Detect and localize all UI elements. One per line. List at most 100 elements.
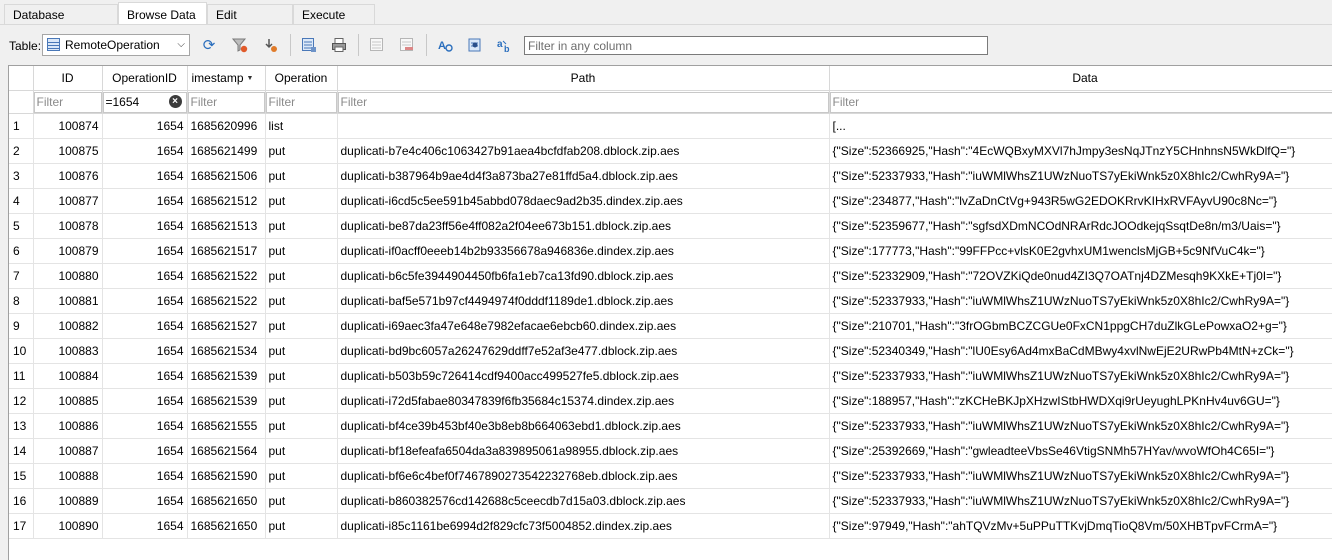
- cell-operation[interactable]: put: [265, 514, 337, 539]
- cell-id[interactable]: 100875: [33, 139, 102, 164]
- table-row[interactable]: 310087616541685621506putduplicati-b38796…: [9, 164, 1332, 189]
- cell-path[interactable]: duplicati-i72d5fabae80347839f6fb35684c15…: [337, 389, 829, 414]
- cell-operation[interactable]: put: [265, 239, 337, 264]
- row-number[interactable]: 11: [9, 364, 33, 389]
- cell-operationid[interactable]: 1654: [102, 189, 187, 214]
- column-header-operationid[interactable]: OperationID: [102, 66, 187, 91]
- cell-data[interactable]: {"Size":52337933,"Hash":"iuWMlWhsZ1UWzNu…: [829, 414, 1332, 439]
- cell-path[interactable]: duplicati-bf4ce39b453bf40e3b8eb8b664063e…: [337, 414, 829, 439]
- cell-path[interactable]: duplicati-i69aec3fa47e648e7982efacae6ebc…: [337, 314, 829, 339]
- row-number[interactable]: 16: [9, 489, 33, 514]
- cell-timestamp[interactable]: 1685621499: [187, 139, 265, 164]
- table-row[interactable]: 1710089016541685621650putduplicati-i85c1…: [9, 514, 1332, 539]
- cell-operationid[interactable]: 1654: [102, 514, 187, 539]
- cell-operationid[interactable]: 1654: [102, 464, 187, 489]
- cell-path[interactable]: duplicati-bd9bc6057a26247629ddff7e52af3e…: [337, 339, 829, 364]
- cell-timestamp[interactable]: 1685621555: [187, 414, 265, 439]
- cell-timestamp[interactable]: 1685621517: [187, 239, 265, 264]
- cell-operation[interactable]: put: [265, 289, 337, 314]
- filter-input-data[interactable]: [830, 92, 1332, 113]
- filter-input-operation[interactable]: [266, 92, 337, 113]
- column-header-data[interactable]: Data: [829, 66, 1332, 91]
- cell-operation[interactable]: put: [265, 464, 337, 489]
- row-number[interactable]: 8: [9, 289, 33, 314]
- cell-id[interactable]: 100881: [33, 289, 102, 314]
- print-icon[interactable]: [328, 34, 350, 56]
- cell-timestamp[interactable]: 1685621534: [187, 339, 265, 364]
- tab-execute-sql[interactable]: Execute SQL: [293, 4, 375, 24]
- cell-id[interactable]: 100883: [33, 339, 102, 364]
- cell-path[interactable]: duplicati-b860382576cd142688c5ceecdb7d15…: [337, 489, 829, 514]
- cell-timestamp[interactable]: 1685621522: [187, 264, 265, 289]
- cell-operationid[interactable]: 1654: [102, 239, 187, 264]
- cell-id[interactable]: 100874: [33, 114, 102, 139]
- cell-data[interactable]: {"Size":52340349,"Hash":"lU0Esy6Ad4mxBaC…: [829, 339, 1332, 364]
- cell-operationid[interactable]: 1654: [102, 139, 187, 164]
- cell-timestamp[interactable]: 1685621513: [187, 214, 265, 239]
- save-table-icon[interactable]: [298, 34, 320, 56]
- cell-operationid[interactable]: 1654: [102, 414, 187, 439]
- filter-input-timestamp[interactable]: [188, 92, 265, 113]
- new-record-icon[interactable]: [366, 34, 388, 56]
- cell-id[interactable]: 100888: [33, 464, 102, 489]
- cell-operation[interactable]: put: [265, 139, 337, 164]
- table-row[interactable]: 410087716541685621512putduplicati-i6cd5c…: [9, 189, 1332, 214]
- cell-data[interactable]: {"Size":234877,"Hash":"lvZaDnCtVg+943R5w…: [829, 189, 1332, 214]
- cell-data[interactable]: {"Size":188957,"Hash":"zKCHeBKJpXHzwIStb…: [829, 389, 1332, 414]
- table-row[interactable]: 1610088916541685621650putduplicati-b8603…: [9, 489, 1332, 514]
- row-number[interactable]: 1: [9, 114, 33, 139]
- cell-timestamp[interactable]: 1685621564: [187, 439, 265, 464]
- cell-timestamp[interactable]: 1685621650: [187, 514, 265, 539]
- cell-operationid[interactable]: 1654: [102, 339, 187, 364]
- cell-data[interactable]: {"Size":52337933,"Hash":"iuWMlWhsZ1UWzNu…: [829, 464, 1332, 489]
- cell-operation[interactable]: put: [265, 189, 337, 214]
- cell-path[interactable]: duplicati-b503b59c726414cdf9400acc499527…: [337, 364, 829, 389]
- filter-input-path[interactable]: [338, 92, 829, 113]
- table-select[interactable]: RemoteOperation ⌵: [42, 34, 190, 56]
- table-row[interactable]: 110087416541685620996list[...: [9, 114, 1332, 139]
- row-number[interactable]: 4: [9, 189, 33, 214]
- cell-path[interactable]: duplicati-baf5e571b97cf4494974f0dddf1189…: [337, 289, 829, 314]
- column-header-operation[interactable]: Operation: [265, 66, 337, 91]
- cell-path[interactable]: duplicati-bf18efeafa6504da3a839895061a98…: [337, 439, 829, 464]
- cell-timestamp[interactable]: 1685620996: [187, 114, 265, 139]
- cell-id[interactable]: 100879: [33, 239, 102, 264]
- row-number[interactable]: 17: [9, 514, 33, 539]
- cell-id[interactable]: 100880: [33, 264, 102, 289]
- refresh-icon[interactable]: ⟳: [198, 34, 220, 56]
- column-header-path[interactable]: Path: [337, 66, 829, 91]
- cell-path[interactable]: duplicati-i6cd5c5ee591b45abbd078daec9ad2…: [337, 189, 829, 214]
- cell-data[interactable]: {"Size":52332909,"Hash":"72OVZKiQde0nud4…: [829, 264, 1332, 289]
- cell-operationid[interactable]: 1654: [102, 389, 187, 414]
- row-number[interactable]: 9: [9, 314, 33, 339]
- row-number[interactable]: 10: [9, 339, 33, 364]
- cell-operation[interactable]: put: [265, 314, 337, 339]
- table-row[interactable]: 510087816541685621513putduplicati-be87da…: [9, 214, 1332, 239]
- cell-id[interactable]: 100884: [33, 364, 102, 389]
- filter-input-id[interactable]: [34, 92, 102, 113]
- cell-path[interactable]: duplicati-b6c5fe3944904450fb6fa1eb7ca13f…: [337, 264, 829, 289]
- clear-filters-icon[interactable]: [229, 34, 251, 56]
- cell-data[interactable]: {"Size":52337933,"Hash":"iuWMlWhsZ1UWzNu…: [829, 164, 1332, 189]
- cell-timestamp[interactable]: 1685621590: [187, 464, 265, 489]
- row-number[interactable]: 15: [9, 464, 33, 489]
- row-number[interactable]: 12: [9, 389, 33, 414]
- cell-operationid[interactable]: 1654: [102, 314, 187, 339]
- cell-data[interactable]: {"Size":52337933,"Hash":"iuWMlWhsZ1UWzNu…: [829, 364, 1332, 389]
- global-filter-input[interactable]: [524, 36, 988, 55]
- cell-id[interactable]: 100882: [33, 314, 102, 339]
- cell-operation[interactable]: put: [265, 214, 337, 239]
- cell-operation[interactable]: put: [265, 414, 337, 439]
- cell-id[interactable]: 100890: [33, 514, 102, 539]
- tab-edit-pragmas[interactable]: Edit Pragmas: [207, 4, 293, 24]
- cell-data[interactable]: [...: [829, 114, 1332, 139]
- cell-operationid[interactable]: 1654: [102, 114, 187, 139]
- table-row[interactable]: 810088116541685621522putduplicati-baf5e5…: [9, 289, 1332, 314]
- cell-path[interactable]: duplicati-if0acff0eeeb14b2b93356678a9468…: [337, 239, 829, 264]
- cell-operation[interactable]: put: [265, 389, 337, 414]
- delete-record-icon[interactable]: [396, 34, 418, 56]
- cell-path[interactable]: duplicati-b7e4c406c1063427b91aea4bcfdfab…: [337, 139, 829, 164]
- row-number[interactable]: 13: [9, 414, 33, 439]
- table-row[interactable]: 1310088616541685621555putduplicati-bf4ce…: [9, 414, 1332, 439]
- cell-path[interactable]: duplicati-bf6e6c4bef0f746789027354223276…: [337, 464, 829, 489]
